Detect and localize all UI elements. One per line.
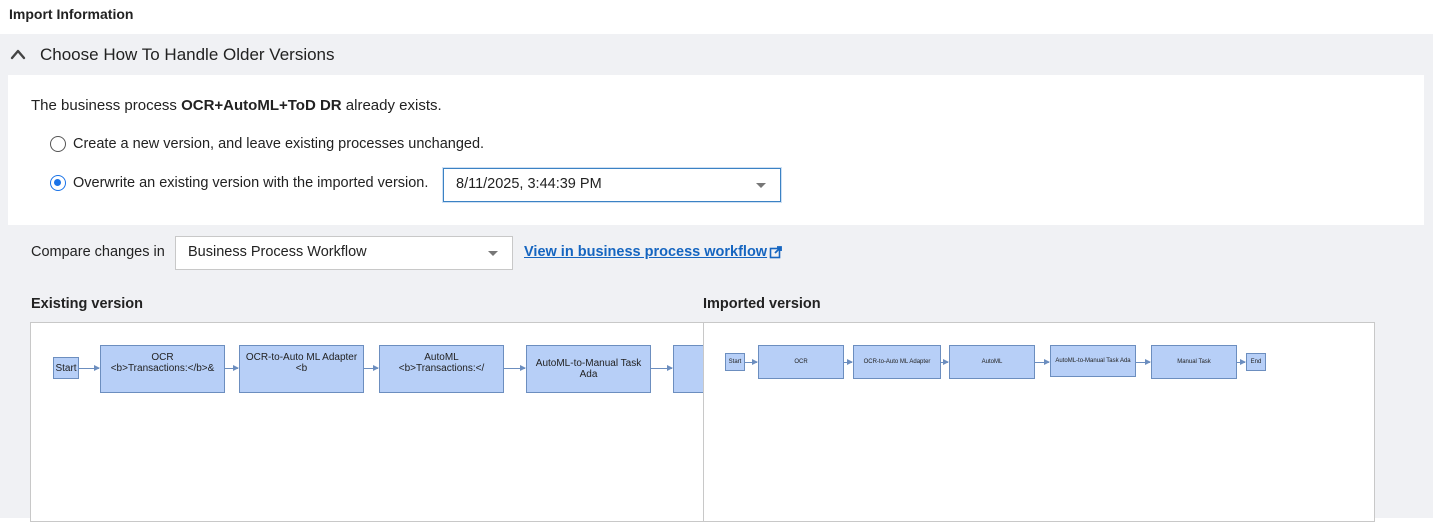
process-name: OCR+AutoML+ToD DR [181, 97, 342, 114]
chevron-down-icon [488, 251, 498, 256]
existing-version-diagram[interactable]: Start OCR <b>Transactions:</b>& OCR-to-Auto… [30, 322, 704, 522]
imported-node[interactable]: AutoML-to-Manual Task Ada [1050, 345, 1136, 377]
compare-select-value: Business Process Workflow [188, 244, 367, 260]
imported-node[interactable]: OCR [758, 345, 844, 379]
existing-connector [79, 365, 100, 371]
imported-node[interactable]: OCR-to-Auto ML Adapter [853, 345, 941, 379]
page-header: Import Information [0, 0, 1433, 34]
existing-node-label: AutoML [424, 352, 459, 363]
imported-node-label: OCR [794, 358, 808, 365]
imported-node-label: AutoML [981, 358, 1003, 365]
existing-node-label: Start [55, 362, 77, 374]
existing-connector [504, 365, 526, 371]
existing-connector [225, 365, 239, 371]
existing-node[interactable]: AutoML <b>Transactions:</ [379, 345, 504, 393]
imported-connector [1136, 359, 1151, 365]
section-title: Choose How To Handle Older Versions [40, 45, 335, 64]
collapse-toggle[interactable] [8, 44, 28, 64]
existing-node[interactable]: OCR <b>Transactions:</b>& [100, 345, 225, 393]
view-workflow-link[interactable]: View in business process workflow [524, 244, 783, 260]
exists-message: The business process OCR+AutoML+ToD DR a… [31, 97, 442, 114]
exists-suffix: already exists. [341, 97, 442, 114]
page-title: Import Information [9, 6, 134, 22]
imported-node[interactable]: AutoML [949, 345, 1035, 379]
imported-node-label: OCR-to-Auto ML Adapter [863, 358, 931, 365]
option-overwrite-version[interactable]: Overwrite an existing version with the i… [50, 175, 428, 191]
imported-version-diagram[interactable]: Start OCR OCR-to-Auto ML Adapter AutoML Auto… [703, 322, 1375, 522]
radio-overwrite[interactable] [50, 175, 66, 191]
option-create-new-label: Create a new version, and leave existing… [73, 136, 485, 152]
existing-connector [364, 365, 379, 371]
existing-connector [651, 365, 673, 371]
imported-node[interactable]: End [1246, 353, 1266, 371]
external-link-icon [769, 246, 782, 259]
existing-version-title: Existing version [31, 296, 144, 312]
existing-node[interactable]: OCR-to-Auto ML Adapter <b [239, 345, 364, 393]
imported-connector [1035, 359, 1050, 365]
exists-prefix: The business process [31, 97, 182, 114]
existing-node-label: <b>Transactions:</ [398, 363, 485, 374]
existing-node[interactable]: Start [53, 357, 79, 379]
imported-connector [1237, 359, 1246, 365]
imported-connector [941, 359, 949, 365]
existing-node[interactable]: AutoML-to-Manual Task Ada [526, 345, 651, 393]
chevron-up-icon [10, 49, 26, 60]
imported-node[interactable]: Manual Task [1151, 345, 1237, 379]
imported-connector [745, 359, 758, 365]
chevron-down-icon [756, 183, 766, 188]
imported-connector [844, 359, 853, 365]
version-select[interactable]: 8/11/2025, 3:44:39 PM [443, 168, 781, 202]
imported-version-title: Imported version [703, 296, 821, 312]
radio-create-new[interactable] [50, 136, 66, 152]
imported-node-label: Start [728, 358, 742, 365]
existing-node[interactable] [673, 345, 703, 393]
existing-node-label: <b [295, 363, 308, 374]
existing-node-label: AutoML-to-Manual Task Ada [535, 358, 642, 380]
imported-node-label: End [1250, 358, 1262, 365]
older-versions-panel: Choose How To Handle Older Versions The … [0, 34, 1433, 522]
options-card: The business process OCR+AutoML+ToD DR a… [8, 75, 1424, 225]
option-overwrite-label: Overwrite an existing version with the i… [73, 175, 429, 191]
imported-node[interactable]: Start [725, 353, 745, 371]
option-create-new-version[interactable]: Create a new version, and leave existing… [50, 136, 484, 152]
imported-node-label: Manual Task [1177, 358, 1211, 365]
compare-select[interactable]: Business Process Workflow [175, 236, 513, 270]
compare-label: Compare changes in [31, 244, 165, 260]
existing-node-label: OCR-to-Auto ML Adapter [245, 352, 358, 363]
view-workflow-link-text: View in business process workflow [524, 244, 768, 260]
imported-node-label: AutoML-to-Manual Task Ada [1055, 357, 1131, 364]
existing-node-label: <b>Transactions:</b>& [110, 363, 215, 374]
existing-node-label: OCR [151, 352, 174, 363]
version-select-value: 8/11/2025, 3:44:39 PM [456, 176, 602, 192]
